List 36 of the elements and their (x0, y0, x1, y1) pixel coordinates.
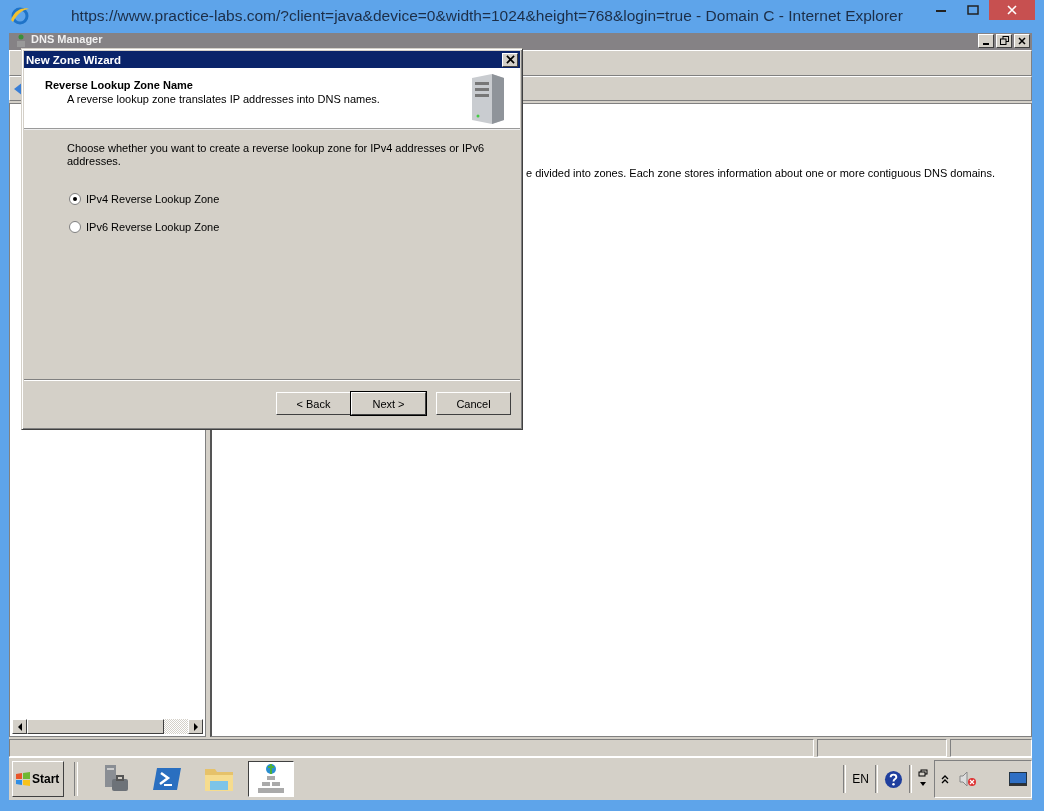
left-arrow-icon[interactable] (16, 722, 23, 731)
close-button[interactable] (502, 52, 518, 67)
close-icon (1018, 37, 1026, 45)
description-text: e divided into zones. Each zone stores information about one or more contiguous DNS domains. (526, 167, 996, 179)
browser-logo-icon (10, 6, 30, 26)
monitor-icon[interactable] (1009, 772, 1027, 786)
window-title: https://www.practice-labs.com/?client=java&device=0&width=1024&height=768&login=true - Domain C - Internet Explorer (71, 7, 903, 25)
wizard-subheading: A reverse lookup zone translates IP addresses into DNS names. (66, 93, 381, 105)
close-icon (505, 55, 515, 64)
restore-icon (999, 36, 1009, 45)
right-arrow-icon[interactable] (192, 722, 199, 731)
horizontal-scrollbar[interactable] (12, 719, 203, 734)
radio-option[interactable]: IPv6 Reverse Lookup Zone (69, 221, 477, 233)
help-icon[interactable] (884, 769, 903, 789)
wizard-heading: Reverse Lookup Zone Name (45, 79, 194, 91)
maximize-icon (967, 5, 979, 15)
prompt-text: Choose whether you want to create a reverse lookup zone for IPv4 addresses or IPv6 addresses. (67, 142, 485, 168)
minimize-button[interactable] (978, 34, 994, 48)
dialog-button[interactable]: Cancel (436, 392, 511, 415)
muted-speaker-icon[interactable] (959, 771, 977, 787)
network-tree-icon (255, 763, 287, 795)
chevron-up-icon[interactable] (941, 774, 949, 784)
language-indicator[interactable]: EN (852, 772, 869, 786)
scroll-thumb[interactable] (27, 719, 164, 734)
restore-button[interactable] (996, 34, 1012, 48)
radio-option[interactable]: IPv4 Reverse Lookup Zone (69, 193, 477, 205)
dns-icon (15, 34, 27, 48)
dialog-title: New Zone Wizard (26, 53, 122, 66)
start-logo-icon (15, 772, 31, 786)
dialog-button[interactable]: Next > (351, 392, 426, 415)
start-button[interactable]: Start (12, 761, 64, 797)
close-button[interactable] (1014, 34, 1030, 48)
app-title: DNS Manager (31, 33, 103, 46)
taskbar-button[interactable] (248, 761, 294, 797)
dialog-button[interactable]: < Back (276, 392, 351, 415)
close-icon (1007, 5, 1017, 15)
